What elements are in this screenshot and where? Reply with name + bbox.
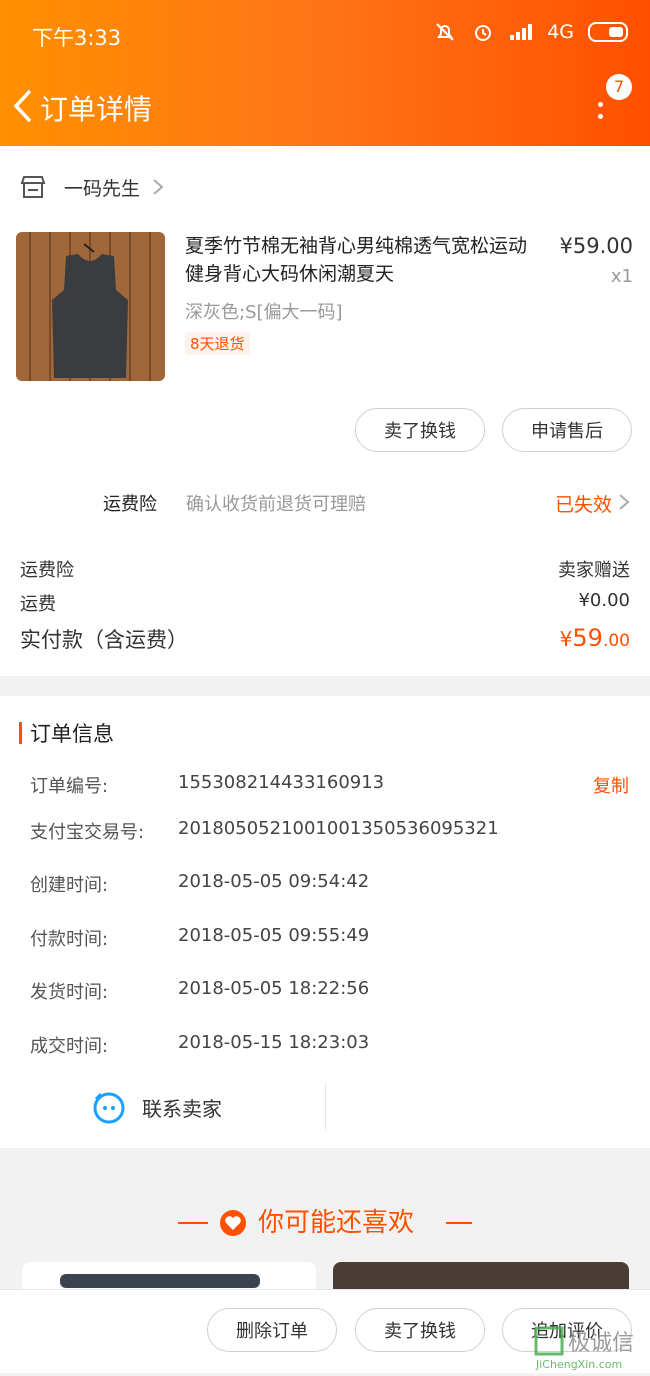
chevron-right-icon bbox=[153, 179, 164, 195]
product-price: ¥59.00 bbox=[559, 234, 633, 258]
info-value: 2018-05-05 09:55:49 bbox=[178, 925, 370, 946]
contact-seller-icon bbox=[93, 1092, 125, 1124]
divider bbox=[325, 1084, 326, 1130]
order-item-card: 一码先生 夏季竹节棉无袖背心男纯棉透气宽松运动健身背心大码休闲潮夏天 ¥59.0… bbox=[0, 146, 650, 676]
product-sku: 深灰色;S[偏大一码] bbox=[185, 302, 343, 323]
alarm-icon bbox=[475, 25, 492, 41]
info-label: 发货时间: bbox=[30, 982, 109, 1003]
contact-seller-button[interactable]: 联系卖家 bbox=[92, 1090, 222, 1124]
info-value: 2018050521001001350536095321 bbox=[178, 818, 499, 839]
status-icons: 4G bbox=[433, 20, 628, 44]
section-accent-bar bbox=[19, 722, 22, 744]
fee-label: 运费 bbox=[20, 594, 56, 615]
info-label: 订单编号: bbox=[30, 776, 109, 797]
back-arrow-icon[interactable] bbox=[10, 88, 40, 124]
order-info-card: 订单信息 订单编号: 155308214433160913 复制 支付宝交易号:… bbox=[0, 696, 650, 1148]
shop-icon bbox=[20, 176, 46, 198]
return-policy-tag: 8天退货 bbox=[185, 332, 250, 355]
recommend-thumbnail bbox=[60, 1274, 260, 1288]
shipping-insurance-row[interactable]: 运费险 确认收货前退货可理赔 已失效 bbox=[0, 476, 650, 526]
fee-value: ¥0.00 bbox=[578, 590, 630, 611]
sell-for-cash-button[interactable]: 卖了换钱 bbox=[355, 1308, 485, 1352]
chevron-right-icon bbox=[619, 494, 630, 510]
total-currency: ¥ bbox=[559, 627, 573, 651]
watermark-en: JiChengXin.com bbox=[535, 1358, 622, 1371]
mute-bell-icon bbox=[436, 23, 454, 41]
recommend-header: 你可能还喜欢 bbox=[0, 1202, 650, 1246]
total-int: 59 bbox=[572, 624, 603, 652]
page-title: 订单详情 bbox=[40, 93, 153, 126]
watermark-logo: 极诚信 JiChengXin.com bbox=[534, 1322, 650, 1372]
info-value: 2018-05-05 18:22:56 bbox=[178, 978, 370, 999]
decor-line bbox=[446, 1222, 472, 1224]
total-label: 实付款（含运费） bbox=[20, 628, 188, 652]
product-quantity: x1 bbox=[610, 266, 633, 287]
insurance-label: 运费险 bbox=[103, 494, 157, 515]
app-header: 下午3:33 4G 订单详情 7 bbox=[0, 0, 650, 146]
info-value: 155308214433160913 bbox=[178, 772, 385, 793]
heart-icon bbox=[220, 1210, 246, 1236]
insurance-desc: 确认收货前退货可理赔 bbox=[186, 494, 366, 515]
notification-badge: 7 bbox=[606, 74, 632, 100]
info-label: 支付宝交易号: bbox=[30, 822, 145, 843]
recommend-title: 你可能还喜欢 bbox=[258, 1208, 415, 1238]
info-value: 2018-05-05 09:54:42 bbox=[178, 871, 370, 892]
info-value: 2018-05-15 18:23:03 bbox=[178, 1032, 370, 1053]
fee-value: 卖家赠送 bbox=[558, 560, 630, 581]
signal-icon bbox=[510, 24, 533, 40]
info-label: 付款时间: bbox=[30, 929, 109, 950]
fee-row-insurance: 运费险 卖家赠送 bbox=[20, 556, 630, 582]
info-label: 成交时间: bbox=[30, 1036, 109, 1057]
total-amount: ¥59.00 bbox=[560, 624, 630, 652]
shop-name: 一码先生 bbox=[64, 177, 141, 200]
apply-after-sale-button[interactable]: 申请售后 bbox=[502, 408, 632, 452]
insurance-status: 已失效 bbox=[554, 494, 612, 516]
section-title: 订单信息 bbox=[30, 722, 114, 746]
info-label: 创建时间: bbox=[30, 875, 109, 896]
shop-row[interactable]: 一码先生 bbox=[20, 172, 164, 202]
status-time: 下午3:33 bbox=[32, 26, 122, 50]
product-title[interactable]: 夏季竹节棉无袖背心男纯棉透气宽松运动健身背心大码休闲潮夏天 bbox=[185, 232, 545, 288]
watermark-cn: 极诚信 bbox=[568, 1331, 634, 1356]
copy-button[interactable]: 复制 bbox=[593, 772, 629, 798]
total-dec: .00 bbox=[602, 631, 630, 651]
fee-label: 运费险 bbox=[20, 560, 74, 581]
sell-for-cash-button[interactable]: 卖了换钱 bbox=[355, 408, 485, 452]
network-label: 4G bbox=[547, 21, 574, 43]
delete-order-button[interactable]: 删除订单 bbox=[207, 1308, 337, 1352]
total-paid-row: 实付款（含运费） ¥59.00 bbox=[20, 624, 630, 654]
decor-line bbox=[178, 1222, 208, 1224]
fee-row-shipping: 运费 ¥0.00 bbox=[20, 590, 630, 616]
battery-icon bbox=[588, 22, 628, 42]
contact-seller-label: 联系卖家 bbox=[142, 1096, 222, 1121]
status-bar: 下午3:33 4G bbox=[0, 0, 650, 70]
product-image[interactable] bbox=[16, 232, 165, 381]
